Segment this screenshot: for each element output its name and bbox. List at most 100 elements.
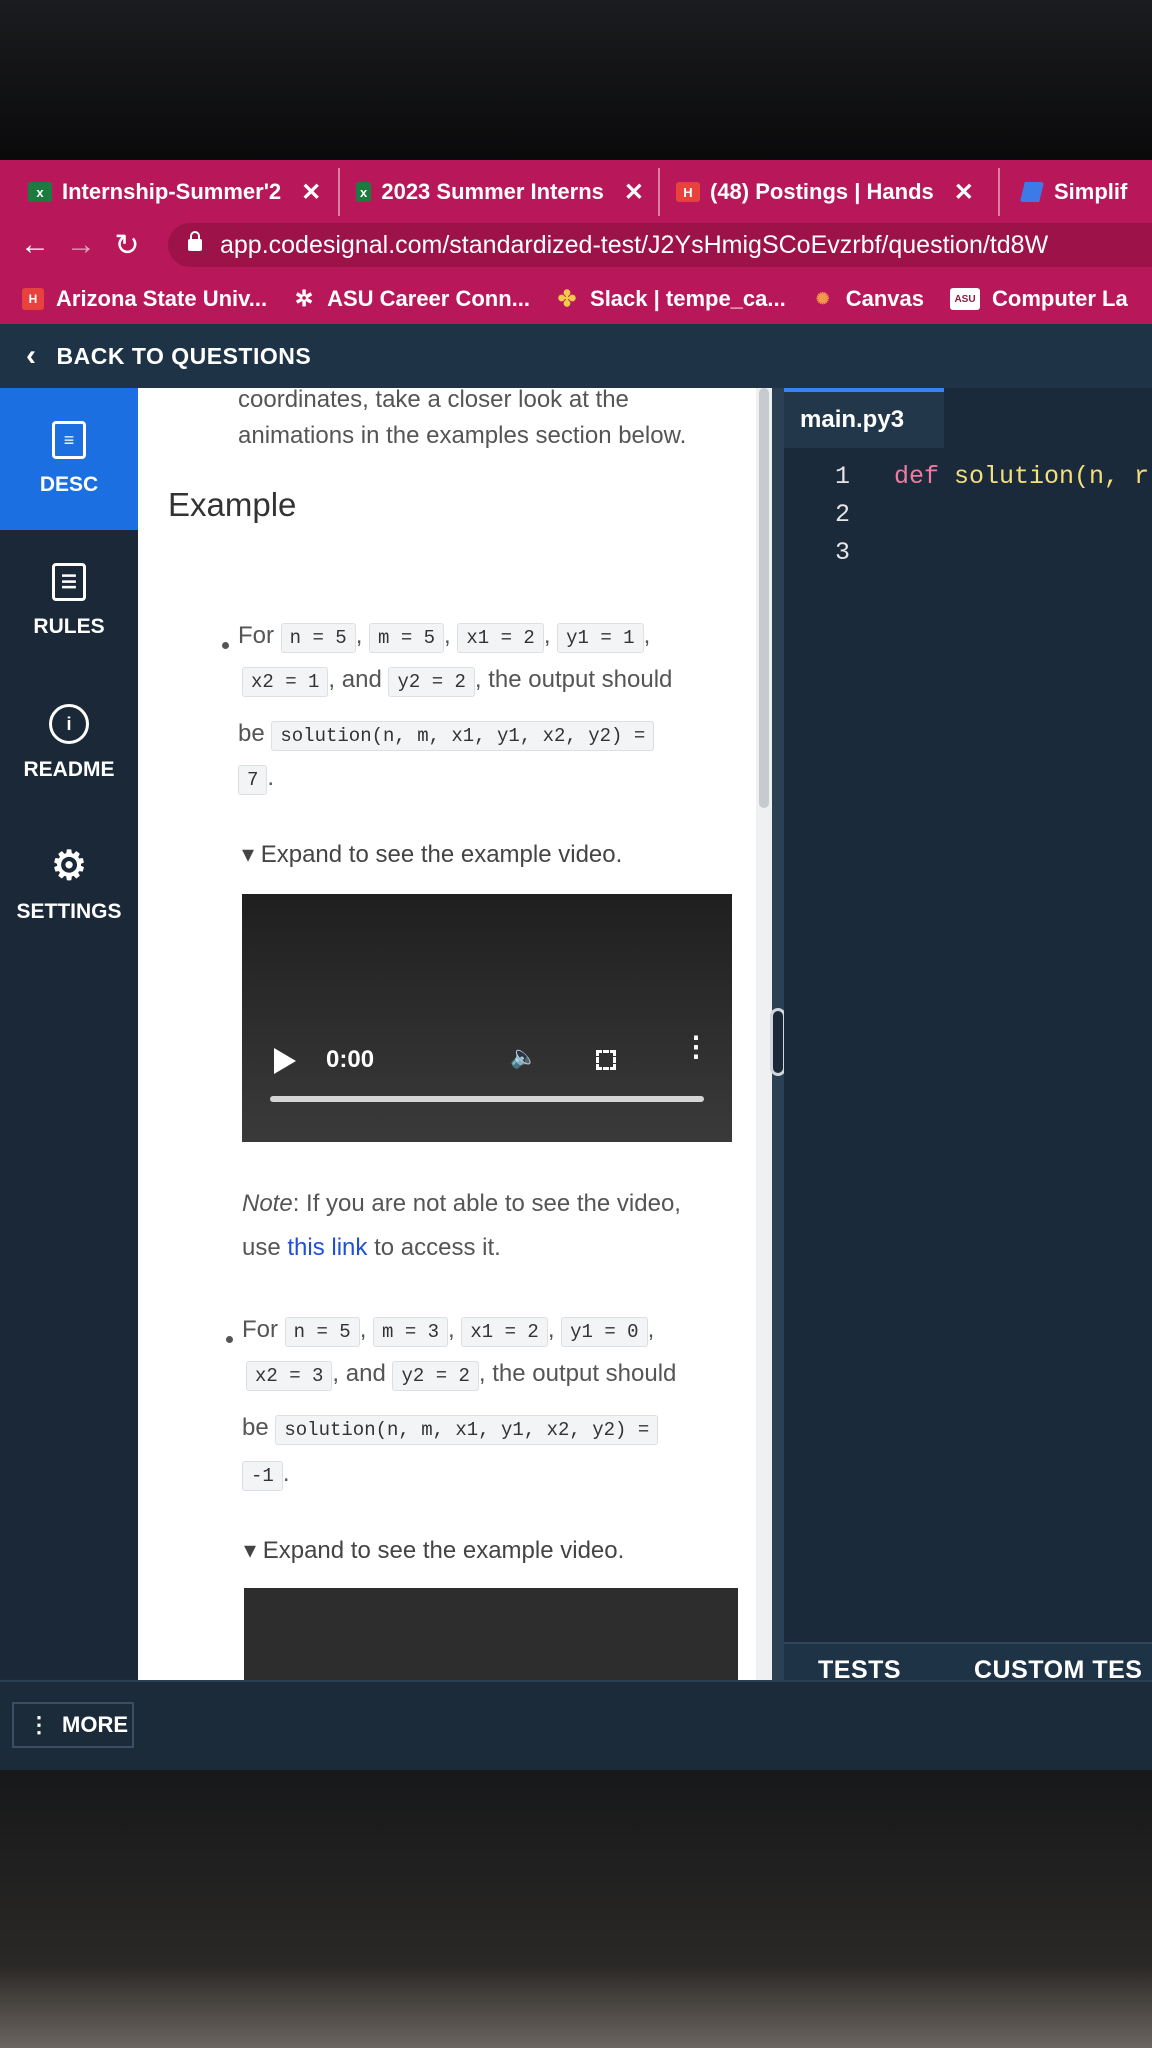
browser-tab-bar: x Internship-Summer'2 ✕ x 2023 Summer In… — [0, 160, 1152, 216]
info-icon: i — [49, 704, 89, 744]
browser-tab[interactable]: H (48) Postings | Hands ✕ — [660, 168, 1000, 216]
bottom-bar: ⋮ MORE — [0, 1680, 1152, 1770]
tab-label: Internship-Summer'2 — [62, 179, 282, 204]
left-navigation: ≡ DESC ☰ RULES i README ⚙ SETTINGS — [0, 388, 138, 1678]
example-line: be solution(n, m, x1, y1, x2, y2) = — [238, 714, 655, 756]
expand-video-toggle[interactable]: ▾ Expand to see the example video. — [244, 1536, 624, 1565]
code-m: m = 5 — [369, 623, 445, 653]
expand-video-toggle[interactable]: ▾ Expand to see the example video. — [242, 840, 622, 869]
list-icon: ☰ — [52, 563, 86, 601]
note-line: Note: If you are not able to see the vid… — [242, 1184, 681, 1224]
close-icon[interactable]: ✕ — [954, 178, 974, 207]
text: be — [242, 1414, 269, 1441]
text: , the output should — [474, 666, 673, 693]
excel-icon: x — [356, 182, 372, 202]
forward-arrow-icon[interactable]: → — [58, 228, 104, 262]
text: use — [242, 1234, 281, 1261]
code-line[interactable]: def solution(n, r — [894, 458, 1149, 496]
description-text: animations in the examples section below… — [238, 422, 687, 449]
video-progress-bar[interactable] — [270, 1096, 704, 1102]
line-number: 3 — [834, 538, 850, 567]
nav-label: DESC — [39, 473, 99, 496]
text: , the output should — [478, 1360, 677, 1387]
code-y2: y2 = 2 — [388, 667, 475, 697]
nav-label: RULES — [33, 615, 105, 638]
scrollbar-thumb[interactable] — [759, 388, 769, 808]
chevron-left-icon: ‹ — [26, 339, 37, 372]
example-video-player[interactable] — [244, 1588, 738, 1683]
bookmark-item[interactable]: ✲ ASU Career Conn... — [293, 286, 530, 312]
code-y1: y1 = 1 — [557, 623, 644, 653]
example-line: x2 = 3, and y2 = 2, the output should — [246, 1354, 676, 1396]
browser-tab[interactable]: x Internship-Summer'2 ✕ — [0, 168, 340, 216]
text: to access it. — [374, 1234, 501, 1261]
code-y1: y1 = 0 — [561, 1317, 648, 1347]
more-vertical-icon: ⋮ — [28, 1712, 50, 1737]
bookmark-item[interactable]: ✺ Canvas — [812, 286, 924, 312]
code-result: 7 — [238, 765, 268, 795]
nav-item-readme[interactable]: i README — [0, 672, 138, 814]
gear-icon: ⚙ — [51, 844, 87, 888]
video-time: 0:00 — [326, 1046, 375, 1073]
code-solution-call: solution(n, m, x1, y1, x2, y2) = — [275, 1415, 659, 1445]
back-to-questions-bar[interactable]: ‹ BACK TO QUESTIONS — [0, 324, 1152, 388]
code-x1: x1 = 2 — [457, 623, 544, 653]
bookmark-item[interactable]: H Arizona State Univ... — [22, 286, 267, 312]
simplify-icon — [1020, 182, 1044, 202]
play-icon[interactable] — [274, 1048, 296, 1074]
nav-label: README — [23, 758, 115, 781]
bullet — [222, 642, 229, 649]
text: Expand to see the example video. — [262, 1537, 625, 1564]
bookmark-item[interactable]: ASU Computer La — [950, 286, 1128, 312]
code-m: m = 3 — [373, 1317, 449, 1347]
fullscreen-icon[interactable] — [596, 1050, 616, 1070]
monitor-bezel-top — [0, 0, 1152, 160]
code-result: -1 — [242, 1461, 283, 1491]
line-number: 1 — [834, 462, 850, 491]
text: , and — [328, 666, 382, 693]
back-arrow-icon[interactable]: ← — [12, 228, 58, 262]
volume-icon[interactable]: 🔈 — [510, 1044, 537, 1070]
nav-item-rules[interactable]: ☰ RULES — [0, 530, 138, 672]
nav-item-desc[interactable]: ≡ DESC — [0, 388, 138, 530]
gear-icon: ✲ — [294, 286, 314, 311]
example-line: x2 = 1, and y2 = 2, the output should — [242, 660, 672, 702]
example-line: For n = 5, m = 3, x1 = 2, y1 = 0, — [242, 1310, 654, 1352]
asu-icon: ASU — [950, 288, 981, 310]
code-editor[interactable]: main.py3 1 2 3 def solution(n, r — [784, 388, 1152, 1678]
more-options-icon[interactable]: ⋮ — [682, 1033, 710, 1061]
close-icon[interactable]: ✕ — [624, 178, 644, 207]
reload-icon[interactable]: ↻ — [104, 228, 150, 263]
this-link[interactable]: this link — [287, 1234, 367, 1261]
url-text: app.codesignal.com/standardized-test/J2Y… — [220, 230, 1049, 259]
note-line: use this link to access it. — [242, 1228, 501, 1268]
text: Expand to see the example video. — [260, 841, 623, 868]
browser-tab[interactable]: Simplif — [1000, 168, 1152, 216]
more-label: MORE — [62, 1712, 128, 1737]
nav-item-settings[interactable]: ⚙ SETTINGS — [0, 814, 138, 956]
code-x1: x1 = 2 — [461, 1317, 548, 1347]
handshake-icon: H — [22, 288, 44, 310]
canvas-icon: ✺ — [816, 291, 830, 308]
slack-icon: ✤ — [557, 286, 577, 311]
line-number-gutter: 1 2 3 — [820, 458, 850, 572]
code-keyword: def — [894, 462, 940, 491]
example-line: For n = 5, m = 5, x1 = 2, y1 = 1, — [238, 616, 650, 658]
file-tab-main-py3[interactable]: main.py3 — [784, 388, 944, 448]
address-bar: ← → ↻ app.codesignal.com/standardized-te… — [0, 216, 1152, 274]
browser-tab[interactable]: x 2023 Summer Interns ✕ — [340, 168, 660, 216]
text: be — [238, 720, 265, 747]
example-video-player[interactable]: 0:00 🔈 ⋮ — [242, 894, 732, 1142]
text: : If you are not able to see the video, — [292, 1190, 681, 1217]
close-icon[interactable]: ✕ — [301, 178, 321, 207]
code-n: n = 5 — [280, 623, 356, 653]
url-field[interactable]: app.codesignal.com/standardized-test/J2Y… — [168, 223, 1152, 267]
code-solution-call: solution(n, m, x1, y1, x2, y2) = — [271, 721, 655, 751]
bookmark-label: Canvas — [845, 286, 925, 311]
bookmark-item[interactable]: ✤ Slack | tempe_ca... — [556, 286, 786, 312]
line-number: 2 — [834, 500, 850, 529]
description-panel: coordinates, take a closer look at the a… — [138, 388, 756, 1683]
tab-label: Simplif — [1054, 179, 1128, 204]
more-button[interactable]: ⋮ MORE — [12, 1702, 134, 1748]
bookmark-label: Computer La — [992, 286, 1128, 311]
